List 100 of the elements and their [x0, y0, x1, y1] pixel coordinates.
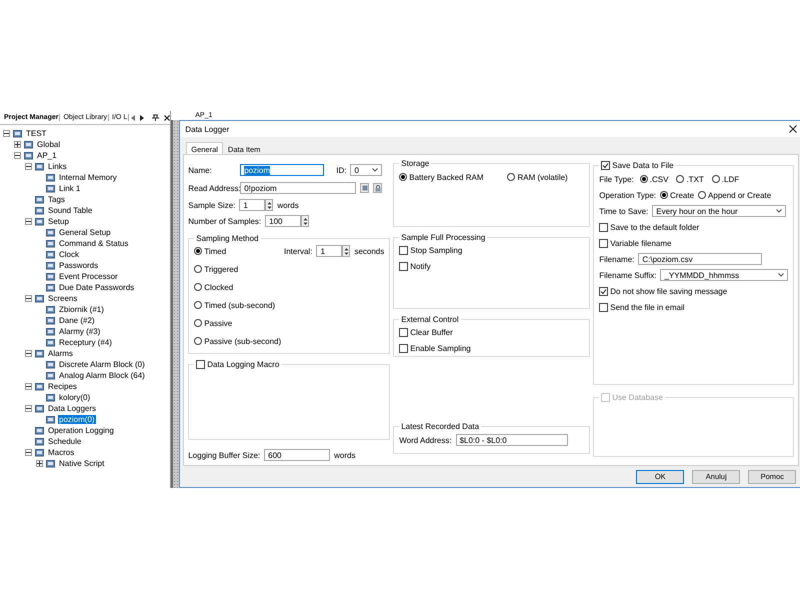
radio-label: Create	[670, 190, 694, 200]
tree-item[interactable]: Sound Table	[47, 206, 94, 215]
radio-button[interactable]	[194, 247, 202, 255]
tree-item[interactable]: poziom(0)	[58, 415, 96, 424]
field-label: Filename Suffix:	[599, 270, 656, 280]
tree-item[interactable]: Event Processor	[58, 272, 119, 281]
collapse-icon[interactable]	[25, 163, 32, 170]
tree-item[interactable]: Discrete Alarm Block (0)	[58, 360, 146, 369]
lock-button[interactable]	[373, 183, 382, 193]
tree-item[interactable]: Recipes	[47, 382, 78, 391]
tree-item[interactable]: Schedule	[47, 437, 82, 446]
tree-item[interactable]: General Setup	[58, 228, 112, 237]
tree-item[interactable]: Analog Alarm Block (64)	[58, 371, 146, 380]
radio-button[interactable]	[194, 301, 202, 309]
collapse-icon[interactable]	[25, 405, 32, 412]
node-icon	[46, 173, 55, 182]
checkbox[interactable]	[399, 344, 408, 352]
input-field[interactable]: $L0:0 - $L0:0	[456, 434, 568, 446]
close-icon[interactable]	[164, 114, 170, 120]
input-field[interactable]: poziom	[240, 164, 324, 176]
input-field[interactable]: 100	[265, 215, 302, 227]
radio-button[interactable]	[194, 265, 202, 273]
scroll-left-icon[interactable]	[131, 114, 136, 120]
tree-item[interactable]: Zbiornik (#1)	[58, 305, 105, 314]
tree-item[interactable]: Command & Status	[58, 239, 130, 248]
collapse-icon[interactable]	[25, 350, 32, 357]
checkbox[interactable]	[601, 161, 610, 170]
pin-icon[interactable]	[152, 114, 160, 121]
checkbox[interactable]	[399, 262, 408, 270]
tree-item[interactable]: TEST	[25, 129, 48, 138]
radio-button[interactable]	[399, 173, 408, 181]
dropdown[interactable]: _YYMMDD_hhmmss	[660, 269, 788, 281]
dropdown[interactable]: Every hour on the hour	[652, 205, 786, 217]
checkbox[interactable]	[399, 328, 408, 336]
checkbox-label: Save to the default folder	[610, 222, 700, 232]
node-icon	[35, 206, 44, 215]
tree-item[interactable]: Macros	[47, 448, 76, 457]
radio-button[interactable]	[194, 337, 202, 345]
radio-label: Passive	[204, 318, 232, 328]
tree-item[interactable]: Alarmy (#3)	[58, 327, 102, 336]
field-label: Logging Buffer Size:	[188, 450, 260, 460]
radio-button[interactable]	[194, 283, 202, 291]
node-icon	[13, 129, 22, 138]
checkbox[interactable]	[599, 238, 608, 248]
radio-button[interactable]	[507, 173, 516, 181]
node-icon	[46, 272, 55, 281]
close-icon[interactable]	[789, 125, 798, 133]
radio-button[interactable]	[698, 191, 706, 199]
tree-item[interactable]: Native Script	[58, 459, 106, 468]
tree-item[interactable]: Receptury (#4)	[58, 338, 113, 347]
tree-item[interactable]: Clock	[58, 250, 80, 259]
tree-item[interactable]: Data Loggers	[47, 404, 98, 413]
tree-item[interactable]: Dane (#2)	[58, 316, 96, 325]
tree-item[interactable]: Passwords	[58, 261, 100, 270]
browse-button[interactable]	[360, 183, 370, 193]
collapse-icon[interactable]	[25, 383, 32, 390]
node-icon	[46, 338, 55, 347]
tree-item[interactable]: Link 1	[58, 184, 82, 193]
collapse-icon[interactable]	[3, 130, 10, 137]
expand-icon[interactable]	[36, 460, 43, 467]
dropdown[interactable]: 0	[350, 164, 382, 176]
tree-item[interactable]: AP_1	[36, 151, 58, 160]
tree-item[interactable]: Screens	[47, 294, 78, 303]
radio-button[interactable]	[660, 191, 668, 199]
input-field[interactable]: 1	[316, 245, 342, 257]
tree-item[interactable]: Internal Memory	[58, 173, 118, 182]
input-field[interactable]: C:\poziom.csv	[638, 253, 762, 265]
radio-button[interactable]	[712, 175, 720, 183]
checkbox[interactable]	[399, 246, 408, 254]
radio-button[interactable]	[194, 319, 202, 327]
checkbox[interactable]	[599, 222, 608, 232]
scroll-right-icon[interactable]	[140, 114, 144, 120]
input-field[interactable]: 1	[239, 199, 266, 211]
input-field[interactable]: 0!poziom	[240, 182, 356, 194]
spinner-button[interactable]	[265, 199, 274, 211]
expand-icon[interactable]	[14, 141, 21, 148]
collapse-icon[interactable]	[25, 449, 32, 456]
tree-item[interactable]: Tags	[47, 195, 66, 204]
tree-item[interactable]: Operation Logging	[47, 426, 115, 435]
collapse-icon[interactable]	[25, 218, 32, 225]
radio-button[interactable]	[640, 175, 648, 183]
node-icon	[35, 437, 44, 446]
tree-item[interactable]: Setup	[47, 217, 70, 226]
checkbox[interactable]	[599, 302, 608, 312]
input-field[interactable]: 600	[264, 449, 330, 461]
tree-item[interactable]: Alarms	[47, 349, 74, 358]
tree-item[interactable]: Links	[47, 162, 68, 171]
group-title: External Control	[401, 315, 459, 324]
checkbox[interactable]	[196, 360, 206, 369]
node-icon	[46, 184, 55, 193]
tree-item[interactable]: Global	[36, 140, 62, 149]
spinner-button[interactable]	[301, 215, 310, 227]
field-label: ID:	[336, 166, 346, 174]
collapse-icon[interactable]	[14, 152, 21, 159]
radio-button[interactable]	[676, 175, 684, 183]
collapse-icon[interactable]	[25, 295, 32, 302]
tree-item[interactable]: Due Date Passwords	[58, 283, 136, 292]
checkbox[interactable]	[599, 286, 608, 296]
tree-item[interactable]: kolory(0)	[58, 393, 92, 402]
spinner-button[interactable]	[342, 245, 350, 257]
